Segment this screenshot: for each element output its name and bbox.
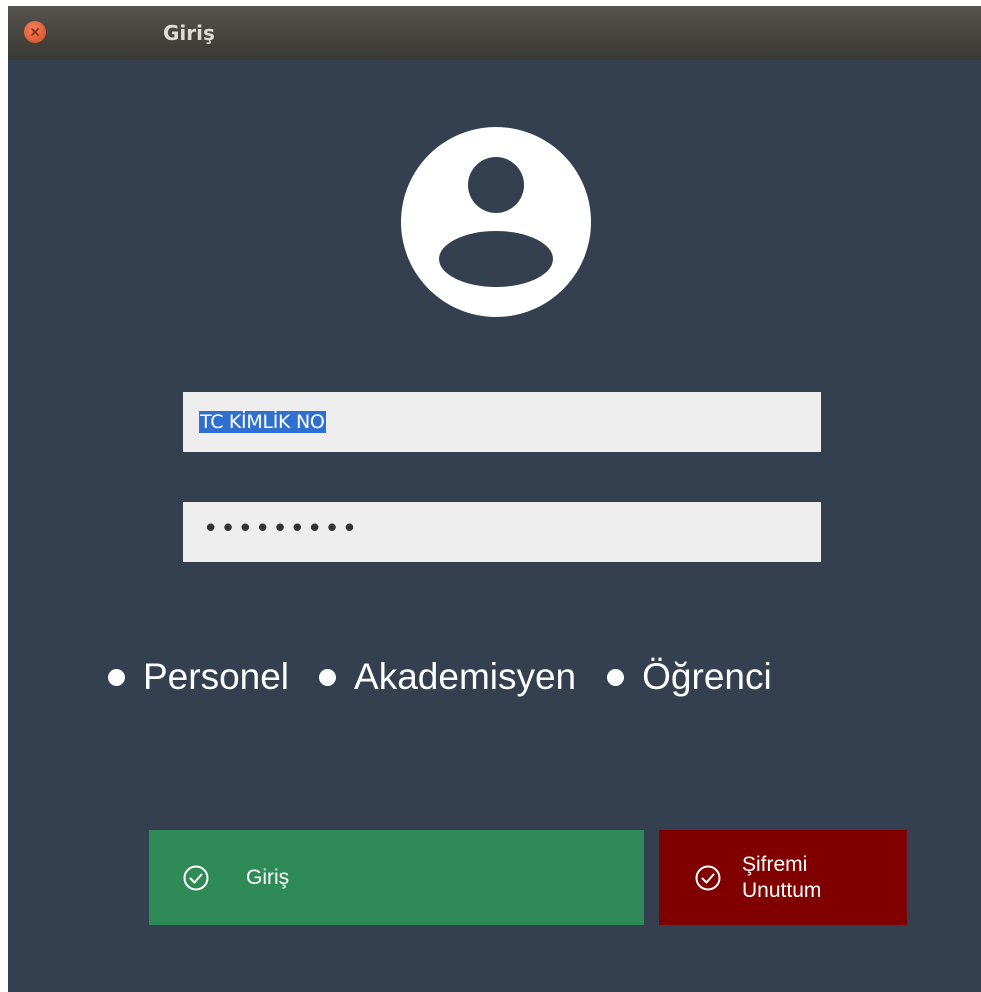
password-field[interactable]: ••••••••• [183, 502, 821, 562]
check-circle-icon [183, 865, 209, 890]
role-label: Akademisyen [354, 656, 577, 697]
password-mask: ••••••••• [203, 514, 360, 544]
close-icon [31, 28, 39, 36]
login-button[interactable]: Giriş [149, 830, 644, 925]
role-ogrenci[interactable]: Öğrenci [607, 656, 772, 698]
forgot-password-button[interactable]: Şifremi Unuttum [659, 830, 907, 925]
radio-dot [319, 668, 337, 686]
role-selector: Personel Akademisyen Öğrenci [108, 654, 772, 700]
forgot-button-label: Şifremi Unuttum [742, 852, 822, 902]
role-label: Öğrenci [642, 656, 772, 697]
role-personel[interactable]: Personel [108, 656, 289, 698]
tc-kimlik-value: TC KİMLİK NO [199, 411, 326, 433]
check-circle-icon [695, 865, 721, 890]
title-bar: Giriş [8, 6, 981, 60]
login-button-label: Giriş [246, 865, 290, 889]
user-circle-icon [401, 127, 591, 317]
tc-kimlik-field[interactable]: TC KİMLİK NO [183, 392, 821, 452]
role-label: Personel [143, 656, 290, 697]
radio-dot [607, 668, 625, 686]
login-window: Giriş TC KİMLİK NO ••••••••• Personel Ak… [8, 6, 981, 992]
window-title: Giriş [163, 21, 215, 45]
close-button[interactable] [24, 21, 46, 43]
radio-dot [108, 668, 125, 686]
role-akademisyen[interactable]: Akademisyen [319, 656, 576, 698]
